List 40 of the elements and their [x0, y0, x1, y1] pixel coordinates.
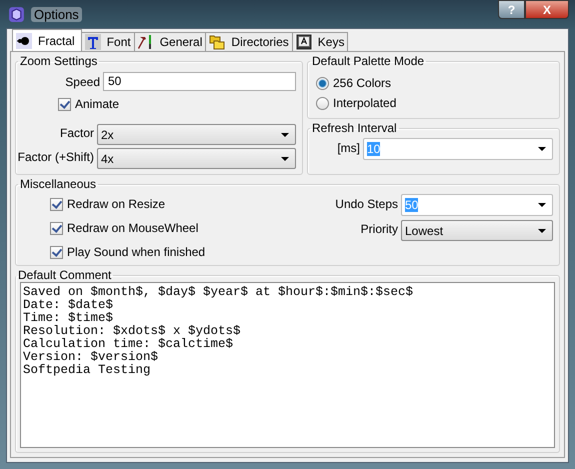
field-label: Factor (+Shift) — [16, 150, 94, 164]
group-title: Default Palette Mode — [311, 54, 426, 68]
tab[interactable]: Fractal — [12, 29, 82, 51]
comment-field[interactable]: Saved on $month$, $day$ $year$ at $hour$:$min$:$sec$ Date: $date$ Time: $time$ Resolution: $xdots$ x $ydots$ Calculation time: $calctime$ Version: $version$ Softpedia Testing — [20, 282, 555, 448]
fractal-icon — [16, 32, 32, 48]
folder-icon — [209, 34, 226, 50]
factor-dropdown[interactable]: 2x — [97, 124, 296, 145]
checkbox-label: Redraw on MouseWheel — [67, 221, 198, 235]
field-label: [ms] — [336, 140, 360, 154]
checkbox[interactable] — [58, 98, 71, 110]
radio-button[interactable] — [316, 76, 329, 90]
tab[interactable]: Keys — [292, 32, 348, 51]
field-label: Priority — [360, 222, 398, 236]
cube-icon — [8, 6, 25, 22]
field-label: Factor — [58, 126, 94, 140]
checkbox-label: Redraw on Resize — [67, 197, 166, 211]
radio-button[interactable] — [316, 96, 329, 110]
field-label: Undo Steps — [334, 196, 398, 210]
close-button[interactable]: X — [525, 0, 569, 19]
group-title: Miscellaneous — [19, 177, 98, 191]
tab[interactable]: Directories — [205, 32, 293, 51]
checkbox[interactable] — [50, 198, 63, 210]
radio-label: Interpolated — [333, 96, 396, 110]
radio-label: 256 Colors — [333, 76, 392, 90]
group-title: Refresh Interval — [311, 121, 398, 135]
group-title: Zoom Settings — [19, 54, 98, 68]
checkbox[interactable] — [50, 222, 63, 234]
speed-field[interactable]: 50 — [103, 72, 296, 91]
checkbox[interactable] — [50, 246, 63, 258]
group-title: Default Comment — [17, 268, 112, 282]
tab[interactable]: General — [134, 32, 206, 51]
priority-dropdown[interactable]: Lowest — [401, 220, 553, 241]
window-title: Options — [31, 6, 82, 22]
letter-icon — [84, 34, 101, 50]
factor-dropdown[interactable]: 4x — [97, 148, 296, 169]
checkbox-label: Play Sound when finished — [67, 245, 206, 259]
field-label: Speed — [64, 74, 100, 88]
tab[interactable]: Font — [80, 32, 135, 51]
hammer-icon — [138, 34, 154, 50]
checkbox-label: Animate — [75, 97, 120, 111]
